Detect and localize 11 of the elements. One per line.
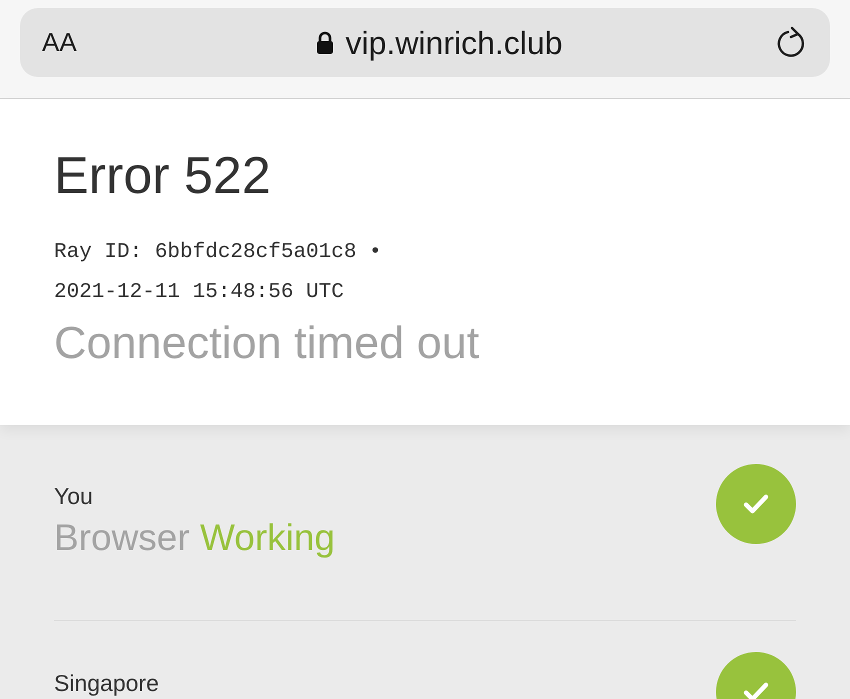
address-bar[interactable]: AA vip.winrich.club — [20, 8, 830, 77]
url-text: vip.winrich.club — [346, 24, 562, 63]
node-status-text: Browser Working — [54, 516, 336, 560]
text-size-button[interactable]: AA — [42, 23, 102, 62]
location-label: Singapore — [54, 669, 159, 698]
ray-id-text: Ray ID: 6bbfdc28cf5a01c8 • — [54, 240, 383, 266]
location-label: You — [54, 482, 94, 511]
error-message: Connection timed out — [54, 316, 480, 370]
lock-icon — [316, 30, 334, 54]
timestamp-text: 2021-12-11 15:48:56 UTC — [54, 280, 345, 306]
error-title: Error 522 — [54, 146, 272, 207]
